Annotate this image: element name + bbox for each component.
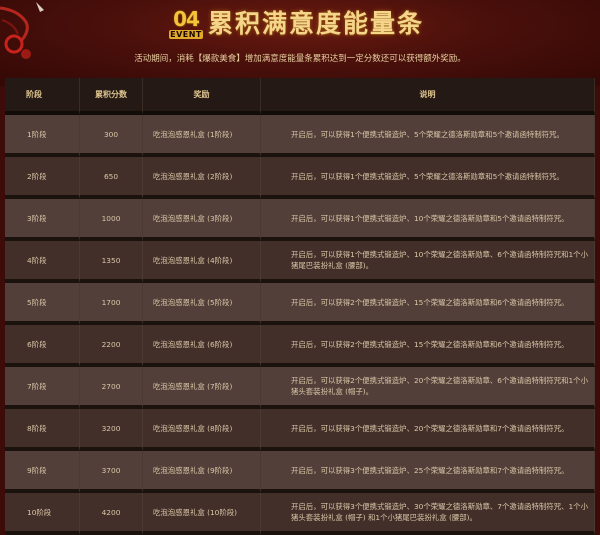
column-header-note: 说明: [261, 78, 595, 115]
stage-cell: 10阶段: [5, 493, 80, 535]
table-header-row: 阶段 累积分数 奖励 说明: [5, 78, 595, 115]
reward-cell: 吃泡泡感恩礼盒 (3阶段): [143, 199, 261, 241]
reward-cell: 吃泡泡感恩礼盒 (9阶段): [143, 451, 261, 493]
note-cell: 开启后，可以获得2个便携式锻造炉、20个荣耀之德洛斯勋章、6个邀请函特制符咒和1…: [261, 367, 595, 409]
score-cell: 3200: [80, 409, 143, 451]
note-cell: 开启后，可以获得3个便携式锻造炉、25个荣耀之德洛斯勋章和7个邀请函特制符咒。: [261, 451, 595, 493]
reward-cell: 吃泡泡感恩礼盒 (5阶段): [143, 283, 261, 325]
column-header-score: 累积分数: [80, 78, 143, 115]
reward-cell: 吃泡泡感恩礼盒 (6阶段): [143, 325, 261, 367]
reward-cell: 吃泡泡感恩礼盒 (4阶段): [143, 241, 261, 283]
score-cell: 2200: [80, 325, 143, 367]
column-header-stage: 阶段: [5, 78, 80, 115]
score-cell: 650: [80, 157, 143, 199]
table-row: 2阶段 650 吃泡泡感恩礼盒 (2阶段) 开启后，可以获得1个便携式锻造炉、5…: [5, 157, 595, 199]
score-cell: 4200: [80, 493, 143, 535]
page-title: 累积满意度能量条: [208, 9, 425, 38]
note-cell: 开启后，可以获得3个便携式锻造炉、20个荣耀之德洛斯勋章和7个邀请函特制符咒。: [261, 409, 595, 451]
event-number-badge: 04 EVENT: [169, 8, 203, 42]
stage-cell: 9阶段: [5, 451, 80, 493]
note-cell: 开启后，可以获得2个便携式锻造炉、15个荣耀之德洛斯勋章和6个邀请函特制符咒。: [261, 325, 595, 367]
reward-cell: 吃泡泡感恩礼盒 (2阶段): [143, 157, 261, 199]
stage-cell: 7阶段: [5, 367, 80, 409]
stage-cell: 6阶段: [5, 325, 80, 367]
table-row: 7阶段 2700 吃泡泡感恩礼盒 (7阶段) 开启后，可以获得2个便携式锻造炉、…: [5, 367, 595, 409]
stage-cell: 4阶段: [5, 241, 80, 283]
table-row: 3阶段 1000 吃泡泡感恩礼盒 (3阶段) 开启后，可以获得1个便携式锻造炉、…: [5, 199, 595, 241]
score-cell: 1700: [80, 283, 143, 325]
note-cell: 开启后，可以获得1个便携式锻造炉、10个荣耀之德洛斯勋章、6个邀请函特制符咒和1…: [261, 241, 595, 283]
event-banner: 04 EVENT 累积满意度能量条 活动期间，消耗【爆款美食】增加满意度能量条累…: [0, 0, 600, 86]
note-cell: 开启后，可以获得3个便携式锻造炉、30个荣耀之德洛斯勋章、7个邀请函特制符咒、1…: [261, 493, 595, 535]
reward-cell: 吃泡泡感恩礼盒 (1阶段): [143, 115, 261, 157]
event-label: EVENT: [169, 30, 203, 39]
note-cell: 开启后，可以获得2个便携式锻造炉、15个荣耀之德洛斯勋章和6个邀请函特制符咒。: [261, 283, 595, 325]
score-cell: 1350: [80, 241, 143, 283]
reward-cell: 吃泡泡感恩礼盒 (7阶段): [143, 367, 261, 409]
note-cell: 开启后，可以获得1个便携式锻造炉、5个荣耀之德洛斯勋章和5个邀请函特制符咒。: [261, 115, 595, 157]
note-cell: 开启后，可以获得1个便携式锻造炉、10个荣耀之德洛斯勋章和5个邀请函特制符咒。: [261, 199, 595, 241]
stage-cell: 2阶段: [5, 157, 80, 199]
note-cell: 开启后，可以获得1个便携式锻造炉、5个荣耀之德洛斯勋章和5个邀请函特制符咒。: [261, 157, 595, 199]
stage-cell: 1阶段: [5, 115, 80, 157]
table-row: 8阶段 3200 吃泡泡感恩礼盒 (8阶段) 开启后，可以获得3个便携式锻造炉、…: [5, 409, 595, 451]
table-row: 9阶段 3700 吃泡泡感恩礼盒 (9阶段) 开启后，可以获得3个便携式锻造炉、…: [5, 451, 595, 493]
column-header-reward: 奖励: [143, 78, 261, 115]
reward-cell: 吃泡泡感恩礼盒 (8阶段): [143, 409, 261, 451]
event-number: 04: [173, 7, 200, 31]
table-row: 4阶段 1350 吃泡泡感恩礼盒 (4阶段) 开启后，可以获得1个便携式锻造炉、…: [5, 241, 595, 283]
score-cell: 1000: [80, 199, 143, 241]
stage-cell: 5阶段: [5, 283, 80, 325]
score-cell: 3700: [80, 451, 143, 493]
reward-cell: 吃泡泡感恩礼盒 (10阶段): [143, 493, 261, 535]
table-row: 5阶段 1700 吃泡泡感恩礼盒 (5阶段) 开启后，可以获得2个便携式锻造炉、…: [5, 283, 595, 325]
event-description: 活动期间，消耗【爆款美食】增加满意度能量条累积达到一定分数还可以获得额外奖励。: [134, 54, 466, 64]
score-cell: 300: [80, 115, 143, 157]
score-cell: 2700: [80, 367, 143, 409]
stage-cell: 3阶段: [5, 199, 80, 241]
reward-table: 阶段 累积分数 奖励 说明 1阶段 300 吃泡泡感恩礼盒 (1阶段) 开启后，…: [5, 78, 595, 535]
table-row: 10阶段 4200 吃泡泡感恩礼盒 (10阶段) 开启后，可以获得3个便携式锻造…: [5, 493, 595, 535]
table-row: 1阶段 300 吃泡泡感恩礼盒 (1阶段) 开启后，可以获得1个便携式锻造炉、5…: [5, 115, 595, 157]
table-row: 6阶段 2200 吃泡泡感恩礼盒 (6阶段) 开启后，可以获得2个便携式锻造炉、…: [5, 325, 595, 367]
stage-cell: 8阶段: [5, 409, 80, 451]
